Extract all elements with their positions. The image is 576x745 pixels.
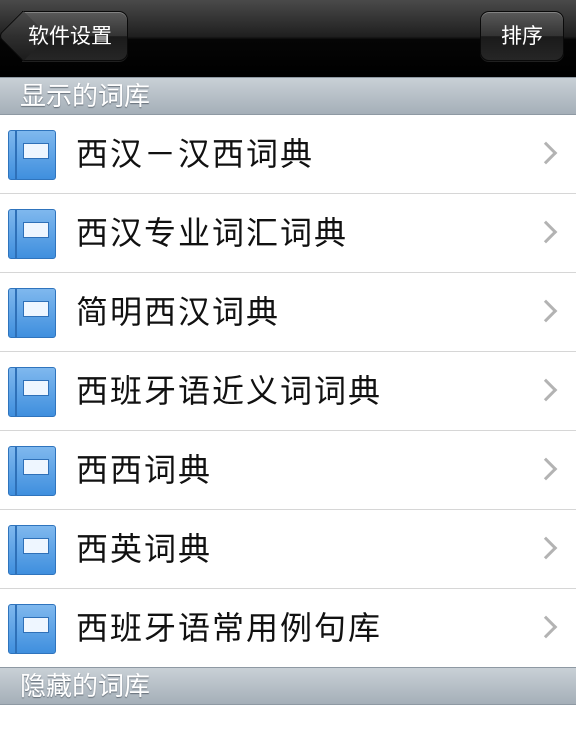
chevron-right-icon [534,457,558,481]
dictionary-label: 西英词典 [76,530,213,568]
dictionary-label: 西西词典 [76,451,213,489]
hidden-dictionaries-list [0,705,576,745]
navigation-bar: 软件设置 排序 [0,0,576,77]
shown-dictionaries-list: 西汉－汉西词典 西汉专业词汇词典 简明西汉词典 西班牙语近义词词典 西西词典 西… [0,115,576,667]
dictionary-row[interactable]: 西班牙语常用例句库 [0,589,576,667]
back-button[interactable]: 软件设置 [0,10,128,62]
chevron-right-icon [534,299,558,323]
book-icon [8,288,56,338]
book-icon [8,367,56,417]
dictionary-row[interactable]: 西汉－汉西词典 [0,115,576,194]
dictionary-label: 西汉专业词汇词典 [76,214,349,252]
dictionary-row[interactable]: 西汉专业词汇词典 [0,194,576,273]
dictionary-label: 西班牙语常用例句库 [76,609,383,647]
back-button-label: 软件设置 [28,24,112,48]
book-icon [8,209,56,259]
chevron-right-icon [534,378,558,402]
book-icon [8,525,56,575]
dictionary-label: 简明西汉词典 [76,293,281,331]
dictionary-row[interactable]: 简明西汉词典 [0,273,576,352]
sort-button[interactable]: 排序 [480,11,564,61]
shown-dictionaries-header: 显示的词库 [0,77,576,115]
hidden-dictionaries-header: 隐藏的词库 [0,667,576,705]
chevron-right-icon [534,536,558,560]
chevron-right-icon [534,220,558,244]
dictionary-row[interactable]: 西英词典 [0,510,576,589]
book-icon [8,446,56,496]
chevron-right-icon [534,615,558,639]
dictionary-label: 西班牙语近义词词典 [76,372,383,410]
book-icon [8,130,56,180]
chevron-right-icon [534,141,558,165]
dictionary-row[interactable]: 西西词典 [0,431,576,510]
book-icon [8,604,56,654]
dictionary-label: 西汉－汉西词典 [76,135,315,173]
dictionary-row[interactable]: 西班牙语近义词词典 [0,352,576,431]
